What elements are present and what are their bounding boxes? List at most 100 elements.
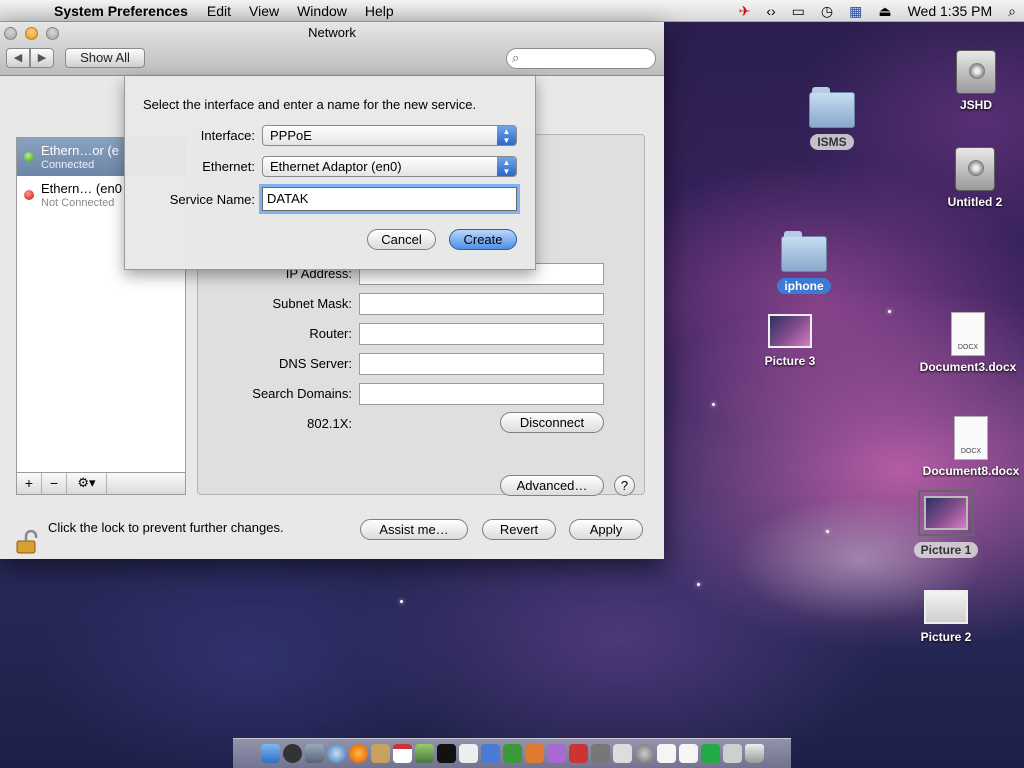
menu-window[interactable]: Window xyxy=(288,3,356,19)
lock-hint-text: Click the lock to prevent further change… xyxy=(48,520,284,535)
router-field[interactable] xyxy=(359,323,604,345)
dns-server-field[interactable] xyxy=(359,353,604,375)
photo-booth-icon[interactable] xyxy=(568,744,588,763)
remove-service-button[interactable]: − xyxy=(42,473,67,494)
desktop-icon-label: Document3.docx xyxy=(919,360,1017,374)
menu-app-name[interactable]: System Preferences xyxy=(44,3,198,19)
interface-label: Interface: xyxy=(200,128,255,143)
menu-help[interactable]: Help xyxy=(356,3,403,19)
document-icon[interactable] xyxy=(656,744,676,763)
apply-button[interactable]: Apply xyxy=(569,519,643,540)
window-title: Network xyxy=(308,25,356,40)
address-book-icon[interactable] xyxy=(370,744,390,763)
docx-file-icon: DOCX xyxy=(951,312,985,356)
search-input[interactable]: ⌕ xyxy=(506,48,656,69)
safari-icon[interactable] xyxy=(326,744,346,763)
router-label: Router: xyxy=(309,326,352,341)
automator-icon[interactable] xyxy=(590,744,610,763)
finder-icon[interactable] xyxy=(260,744,280,763)
add-service-button[interactable]: + xyxy=(17,473,42,494)
flag-us-icon[interactable]: ▦ xyxy=(841,3,870,20)
ethernet-label: Ethernet: xyxy=(202,159,255,174)
time-machine-icon[interactable]: ◷ xyxy=(813,3,841,20)
desktop-icon-document8[interactable]: DOCX Document8.docx xyxy=(918,416,1024,478)
powerpoint-icon[interactable] xyxy=(524,744,544,763)
terminal-icon[interactable] xyxy=(436,744,456,763)
gear-icon[interactable]: ⚙▾ xyxy=(67,473,107,494)
preview-icon[interactable] xyxy=(612,744,632,763)
search-domains-label: Search Domains: xyxy=(252,386,352,401)
back-button[interactable]: ◀ xyxy=(6,48,30,68)
folder-icon xyxy=(781,231,827,272)
service-name-field[interactable]: DATAK xyxy=(262,187,517,211)
popup-arrows-icon: ▲ ▼ xyxy=(497,126,516,145)
chevron-right-icon: ▶ xyxy=(37,52,47,64)
desktop-icon-iphone[interactable]: iphone xyxy=(772,231,836,294)
image-thumbnail-icon xyxy=(918,490,974,536)
interface-popup[interactable]: PPPoE ▲ ▼ xyxy=(262,125,517,146)
new-service-sheet: Select the interface and enter a name fo… xyxy=(124,76,536,270)
menu-view[interactable]: View xyxy=(240,3,288,19)
desktop-icon-untitled2[interactable]: Untitled 2 xyxy=(940,147,1010,209)
image-thumbnail-icon xyxy=(924,590,968,624)
word-icon[interactable] xyxy=(480,744,500,763)
create-button[interactable]: Create xyxy=(449,229,517,250)
system-preferences-icon[interactable] xyxy=(634,744,654,763)
desktop-icon-label: Picture 2 xyxy=(920,630,972,644)
docx-badge: DOCX xyxy=(960,448,982,455)
battery-icon[interactable]: ▭ xyxy=(784,3,813,20)
trash-icon[interactable] xyxy=(744,744,764,763)
hard-drive-icon xyxy=(955,147,995,191)
subnet-mask-field[interactable] xyxy=(359,293,604,315)
search-domains-row: Search Domains: xyxy=(198,383,646,405)
network-status-icon[interactable]: ✈ xyxy=(731,3,759,20)
firefox-icon[interactable] xyxy=(348,744,368,763)
dot1x-label: 802.1X: xyxy=(307,416,352,431)
show-all-button[interactable]: Show All xyxy=(65,48,145,68)
search-domains-field[interactable] xyxy=(359,383,604,405)
desktop-icon-label: iphone xyxy=(777,278,831,294)
eject-icon[interactable]: ⏏ xyxy=(870,3,899,20)
dns-server-label: DNS Server: xyxy=(279,356,352,371)
revert-button[interactable]: Revert xyxy=(482,519,556,540)
entourage-icon[interactable] xyxy=(546,744,566,763)
chevron-left-icon: ◀ xyxy=(13,52,23,64)
wallpaper-star xyxy=(697,583,700,586)
disconnect-button[interactable]: Disconnect xyxy=(500,412,604,433)
hard-drive-icon xyxy=(956,50,996,94)
spotlight-icon[interactable]: ⌕ xyxy=(1000,3,1024,20)
desktop-icon-label: Document8.docx xyxy=(922,464,1020,478)
excel-icon[interactable] xyxy=(502,744,522,763)
menu-bar: System Preferences Edit View Window Help… xyxy=(0,0,1024,22)
desktop-icon-document3[interactable]: DOCX Document3.docx xyxy=(914,312,1022,374)
desktop-icon-jshd[interactable]: JSHD xyxy=(944,50,1008,112)
code-icon[interactable]: ‹› xyxy=(758,3,783,19)
ethernet-value: Ethernet Adaptor (en0) xyxy=(270,159,402,174)
wallpaper-star xyxy=(888,310,891,313)
menu-clock[interactable]: Wed 1:35 PM xyxy=(900,3,1001,19)
menu-edit[interactable]: Edit xyxy=(198,3,240,19)
ical-icon[interactable] xyxy=(392,744,412,763)
assist-me-button[interactable]: Assist me… xyxy=(360,519,468,540)
folder-icon xyxy=(809,87,855,128)
desktop-icon-picture3[interactable]: Picture 3 xyxy=(756,314,824,368)
desktop-icon-picture2[interactable]: Picture 2 xyxy=(912,590,980,644)
network-window: Network ◀ ▶ Show All ⌕ Ethern…or (e Conn… xyxy=(0,22,664,559)
downloads-stack-icon[interactable] xyxy=(722,744,742,763)
forward-button[interactable]: ▶ xyxy=(30,48,54,68)
advanced-button[interactable]: Advanced… xyxy=(500,475,604,496)
desktop-icon-picture1[interactable]: Picture 1 xyxy=(908,490,984,558)
mail-icon[interactable] xyxy=(304,744,324,763)
subnet-mask-label: Subnet Mask: xyxy=(272,296,353,311)
document-icon[interactable] xyxy=(678,744,698,763)
iphoto-icon[interactable] xyxy=(414,744,434,763)
stack-icon[interactable] xyxy=(700,744,720,763)
cancel-button[interactable]: Cancel xyxy=(367,229,436,250)
unlocked-lock-icon[interactable] xyxy=(16,530,38,554)
ethernet-popup[interactable]: Ethernet Adaptor (en0) ▲ ▼ xyxy=(262,156,517,177)
desktop-icon-isms[interactable]: ISMS xyxy=(800,87,864,150)
textedit-icon[interactable] xyxy=(458,744,478,763)
help-button[interactable]: ? xyxy=(614,475,635,496)
service-name-label: Service Name: xyxy=(169,192,255,207)
dashboard-icon[interactable] xyxy=(282,744,302,763)
